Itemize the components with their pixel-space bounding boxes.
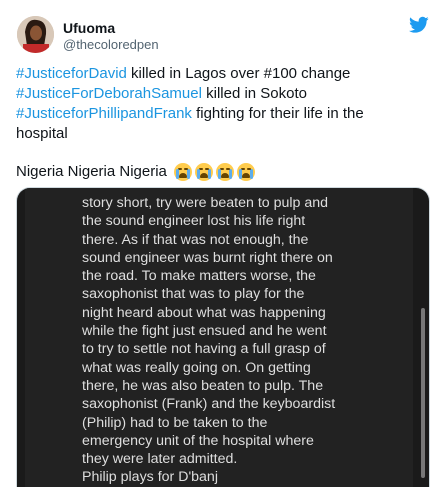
screenshot-line: saxophonist (Frank) and the keyboardist	[82, 396, 336, 413]
screenshot-line: to try to settle not having a full grasp…	[82, 341, 326, 358]
screenshot-image: story short, try were beaten to pulp and…	[25, 188, 425, 487]
screenshot-line: story short, try were beaten to pulp and	[82, 195, 329, 211]
screenshot-line: what was really going on. On getting	[82, 359, 311, 376]
screenshot-line: night heard about what was happening	[82, 304, 326, 321]
screenshot-line: while the fight just ensued and he went	[82, 323, 327, 340]
hashtag-link[interactable]: #JusticeforDavid	[16, 65, 127, 82]
author-name[interactable]: Ufuoma	[63, 20, 115, 36]
twitter-bird-icon[interactable]	[409, 16, 429, 34]
screenshot-line: there, he was also beaten to pulp. The	[82, 377, 324, 394]
closing-text: Nigeria Nigeria Nigeria	[16, 163, 167, 180]
tweet-line: hospital	[16, 124, 426, 144]
screenshot-line: sound engineer was burnt right there on	[82, 249, 333, 266]
tweet-line: #JusticeForDeborahSamuel killed in Sokot…	[16, 84, 426, 104]
tweet-text: #JusticeforDavid killed in Lagos over #1…	[16, 64, 426, 144]
screenshot-line: there. As if that was not enough, the	[82, 231, 309, 248]
tweet-closing: Nigeria Nigeria Nigeria	[16, 162, 255, 182]
screenshot-line: the road. To make matters worse, the	[82, 268, 316, 285]
emoji-row	[173, 163, 255, 181]
tweet-line: #JusticeforPhillipandFrank fighting for …	[16, 104, 426, 124]
screenshot-line: Philip plays for D'banj	[82, 469, 218, 486]
scrollbar	[421, 308, 425, 478]
screenshot-line: the sound engineer lost his life right	[82, 213, 306, 230]
crying-face-icon	[173, 163, 192, 181]
tweet-media[interactable]: story short, try were beaten to pulp and…	[16, 187, 430, 487]
author-handle[interactable]: @thecoloredpen	[63, 37, 159, 52]
tweet-line: #JusticeforDavid killed in Lagos over #1…	[16, 64, 426, 84]
tweet-line-text: killed in Lagos over #100 change	[126, 65, 351, 82]
crying-face-icon	[236, 163, 255, 181]
hashtag-link[interactable]: #JusticeForDeborahSamuel	[16, 85, 202, 102]
screenshot-line: emergency unit of the hospital where	[82, 432, 314, 449]
tweet-line-text: killed in Sokoto	[201, 85, 307, 102]
screenshot-text: story short, try were beaten to pulp and…	[82, 194, 412, 487]
screenshot-line: (Philip) had to be taken to the	[82, 414, 268, 431]
tweet-line-text: hospital	[16, 125, 68, 142]
crying-face-icon	[215, 163, 234, 181]
tweet-card: Ufuoma @thecoloredpen #JusticeforDavid k…	[0, 0, 446, 487]
screenshot-line: saxophonist that was to play for the	[82, 286, 305, 303]
screenshot-line: they were later admitted.	[82, 451, 238, 468]
hashtag-link[interactable]: #JusticeforPhillipandFrank	[16, 105, 192, 122]
tweet-line-text: fighting for their life in the	[191, 105, 364, 122]
crying-face-icon	[194, 163, 213, 181]
avatar[interactable]	[17, 16, 54, 53]
